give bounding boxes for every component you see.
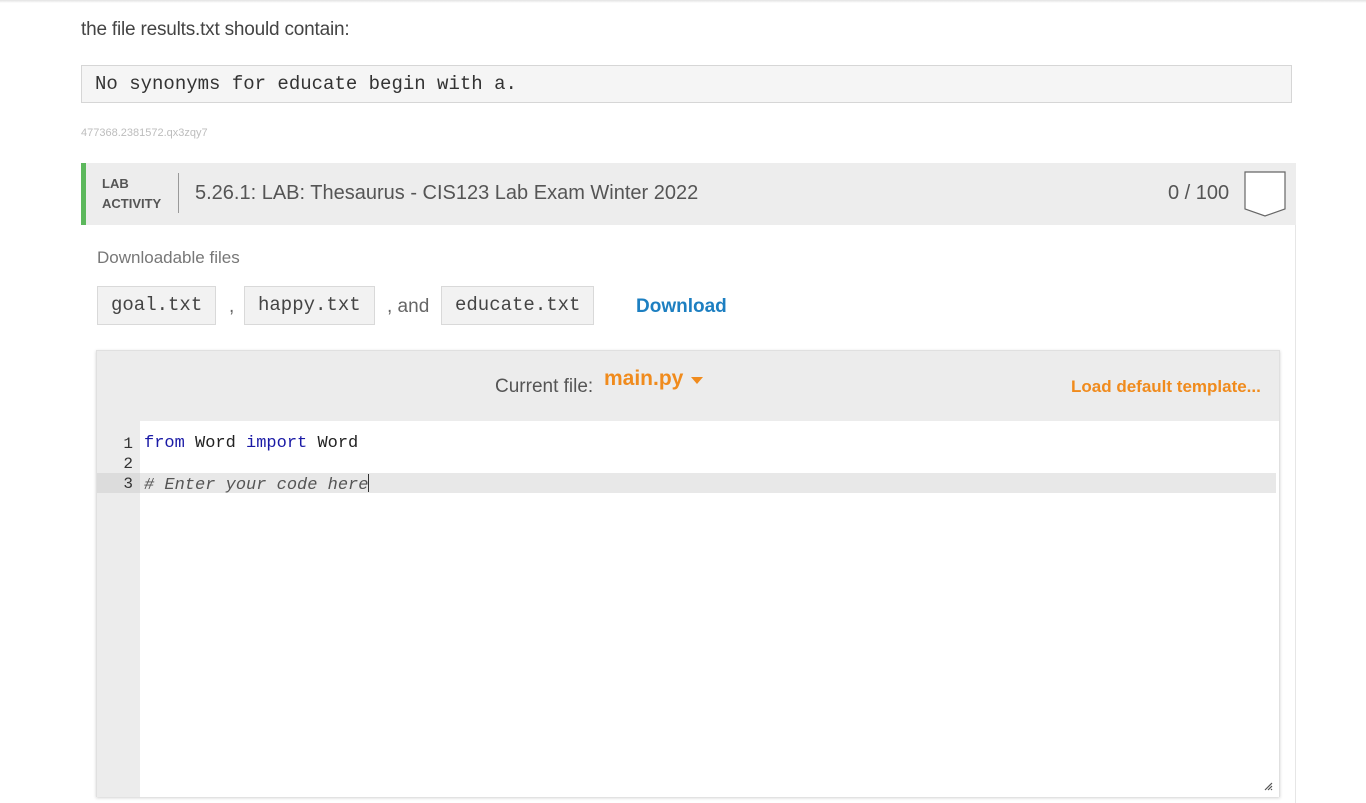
lab-tag-line-2: ACTIVITY (102, 196, 162, 211)
lab-title: 5.26.1: LAB: Thesaurus - CIS123 Lab Exam… (195, 182, 699, 204)
top-shadow (0, 0, 1366, 3)
editor-toolbar: Current file: main.py Load default templ… (97, 351, 1279, 421)
lab-score: 0 / 100 (1168, 182, 1230, 204)
line-number: 2 (123, 455, 133, 473)
activity-id: 477368.2381572.qx3zqy7 (81, 127, 208, 139)
lab-header: LAB ACTIVITY 5.26.1: LAB: Thesaurus - CI… (81, 163, 1296, 225)
comment-token: # Enter your code here (144, 476, 369, 495)
instruction-text: the file results.txt should contain: (81, 19, 350, 40)
page: the file results.txt should contain: No … (0, 0, 1366, 803)
line-number: 3 (123, 475, 133, 493)
download-button[interactable]: Download (636, 296, 727, 318)
identifier-token: Word (307, 434, 359, 453)
downloadable-files-label: Downloadable files (97, 248, 240, 267)
current-file-label: Current file: (495, 376, 594, 397)
text-cursor (368, 474, 370, 492)
file-chip-goal[interactable]: goal.txt (97, 286, 217, 325)
resize-handle-icon[interactable] (1263, 781, 1273, 791)
header-divider (178, 173, 179, 213)
line-number-gutter: 1 2 3 (97, 421, 140, 797)
keyword-token: import (246, 434, 308, 453)
score-badge-icon (1244, 171, 1286, 217)
identifier-token: Word (184, 434, 247, 453)
code-line-1: from Word import Word (144, 434, 358, 454)
file-separator-2: , and (387, 296, 430, 317)
chevron-down-icon (691, 377, 704, 385)
code-text-area[interactable]: from Word import Word # Enter your code … (140, 421, 1279, 797)
code-editor: Current file: main.py Load default templ… (96, 350, 1280, 797)
current-file-name: main.py (604, 367, 684, 390)
expected-output-block: No synonyms for educate begin with a. (81, 65, 1292, 103)
current-file-dropdown[interactable]: main.py (604, 367, 704, 391)
load-default-template-button[interactable]: Load default template... (1071, 377, 1261, 397)
line-number: 1 (123, 435, 133, 453)
code-line-3: # Enter your code here (144, 474, 370, 496)
file-chip-educate[interactable]: educate.txt (441, 286, 595, 325)
file-separator-1: , (229, 296, 235, 317)
file-chip-happy[interactable]: happy.txt (244, 286, 375, 325)
lab-activity-tag: LAB ACTIVITY (102, 174, 161, 214)
keyword-token: from (144, 434, 185, 453)
lab-tag-line-1: LAB (102, 176, 129, 191)
